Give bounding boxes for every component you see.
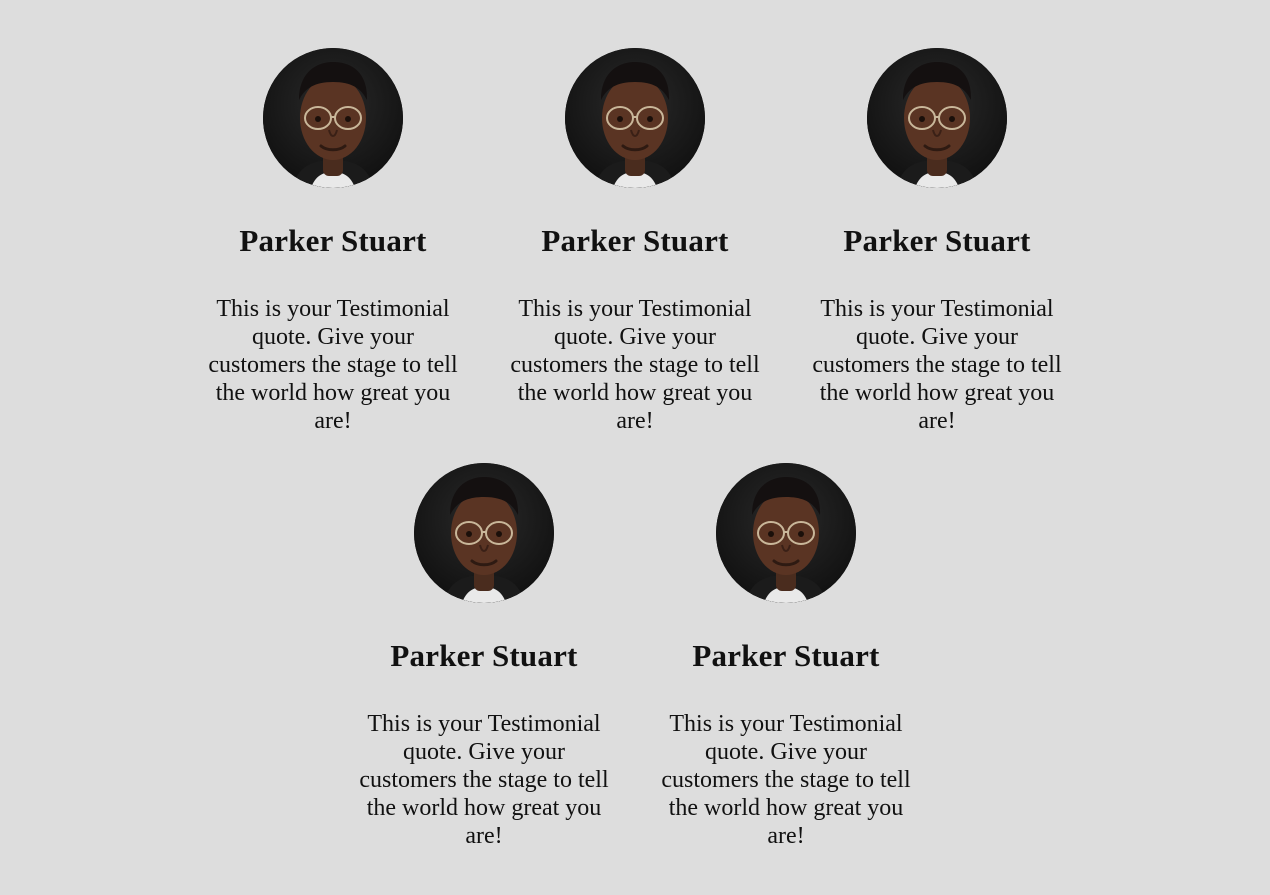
- testimonial-name: Parker Stuart: [843, 223, 1031, 258]
- testimonial-name: Parker Stuart: [692, 638, 880, 673]
- testimonial-name: Parker Stuart: [390, 638, 578, 673]
- person-avatar-portrait-icon: [716, 463, 856, 603]
- testimonial-row: Parker Stuart This is your Testimonial q…: [0, 463, 1270, 850]
- testimonial-card: Parker Stuart This is your Testimonial q…: [635, 463, 937, 850]
- testimonial-quote: This is your Testimonial quote. Give you…: [812, 296, 1062, 434]
- testimonial-name: Parker Stuart: [239, 223, 427, 258]
- testimonial-quote: This is your Testimonial quote. Give you…: [510, 296, 760, 434]
- person-avatar-portrait-icon: [263, 48, 403, 188]
- testimonial-grid: Parker Stuart This is your Testimonial q…: [0, 0, 1270, 895]
- testimonial-card: Parker Stuart This is your Testimonial q…: [333, 463, 635, 850]
- testimonial-quote: This is your Testimonial quote. Give you…: [208, 296, 458, 434]
- testimonial-name: Parker Stuart: [541, 223, 729, 258]
- testimonial-card: Parker Stuart This is your Testimonial q…: [182, 48, 484, 435]
- person-avatar-portrait-icon: [867, 48, 1007, 188]
- testimonial-row: Parker Stuart This is your Testimonial q…: [0, 48, 1270, 435]
- testimonial-quote: This is your Testimonial quote. Give you…: [359, 711, 609, 849]
- person-avatar-portrait-icon: [565, 48, 705, 188]
- testimonial-quote: This is your Testimonial quote. Give you…: [661, 711, 911, 849]
- testimonial-card: Parker Stuart This is your Testimonial q…: [484, 48, 786, 435]
- testimonial-card: Parker Stuart This is your Testimonial q…: [786, 48, 1088, 435]
- person-avatar-portrait-icon: [414, 463, 554, 603]
